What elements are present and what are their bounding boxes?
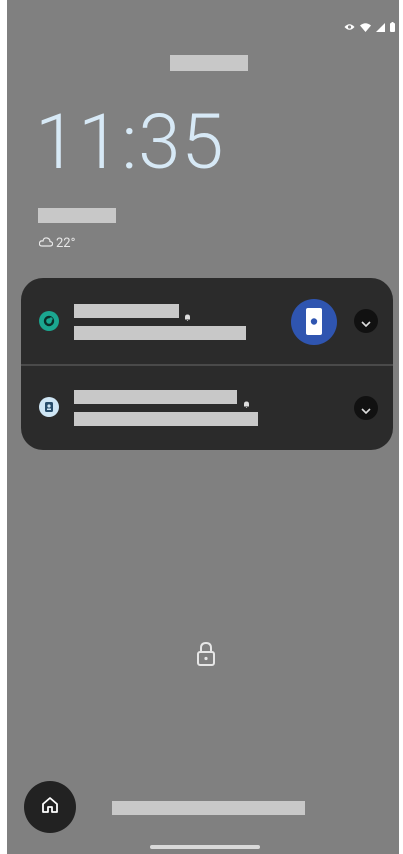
lockscreen: 11:35 22° <box>7 0 399 854</box>
contact-app-icon <box>39 397 59 417</box>
home-button[interactable] <box>24 781 76 833</box>
expand-notification-button[interactable] <box>354 309 378 333</box>
notification-thumbnail <box>291 299 337 345</box>
gesture-navigation-bar[interactable] <box>150 845 260 849</box>
wifi-icon <box>360 22 371 32</box>
bell-icon <box>184 306 191 321</box>
bell-icon <box>243 393 250 408</box>
notification-text-redacted <box>74 412 258 426</box>
notification-item[interactable] <box>21 278 393 363</box>
lockscreen-clock: 11:35 <box>35 97 225 187</box>
home-icon <box>41 796 59 818</box>
battery-icon <box>390 22 395 32</box>
notification-item[interactable] <box>21 366 393 450</box>
notification-title-redacted <box>74 304 179 318</box>
notification-title-redacted <box>74 390 237 404</box>
temperature-text: 22° <box>56 236 76 251</box>
expand-notification-button[interactable] <box>354 396 378 420</box>
carrier-label-redacted <box>170 55 248 71</box>
eye-icon <box>344 23 355 31</box>
bottom-hint-redacted <box>112 801 305 815</box>
cellular-signal-icon <box>376 22 385 32</box>
padlock-icon[interactable] <box>195 641 217 671</box>
date-redacted <box>38 208 116 223</box>
cloud-icon <box>38 236 54 251</box>
status-bar <box>344 22 395 32</box>
green-app-icon <box>39 311 59 331</box>
chevron-down-icon <box>361 312 371 331</box>
chevron-down-icon <box>361 399 371 418</box>
notification-stack <box>21 278 393 450</box>
notification-text-redacted <box>74 326 246 340</box>
weather-row: 22° <box>38 236 76 251</box>
